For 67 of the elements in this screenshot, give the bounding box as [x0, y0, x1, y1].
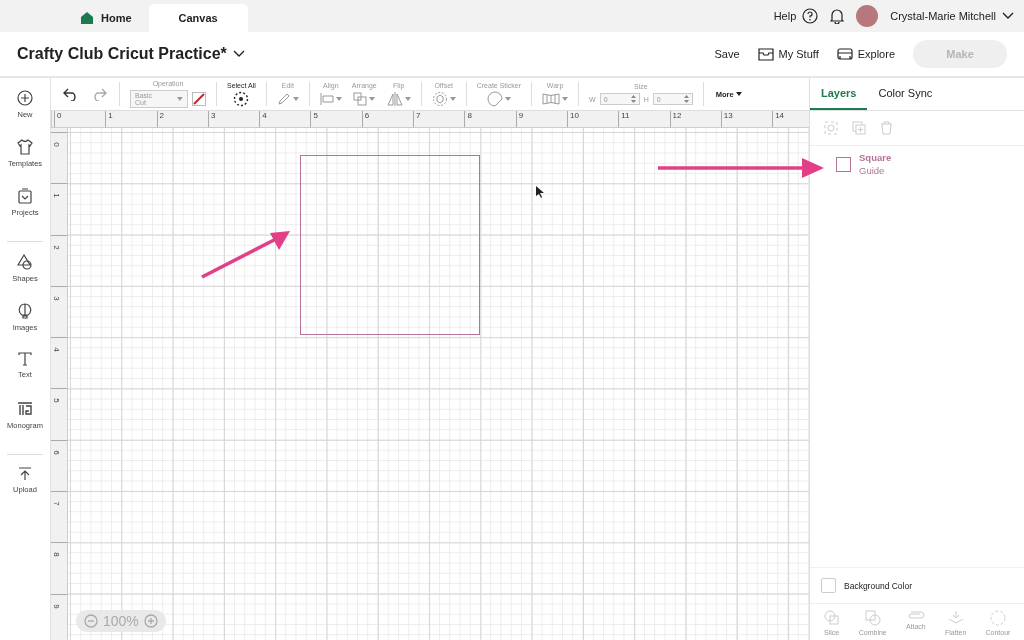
caret-icon[interactable] [735, 92, 742, 96]
project-title[interactable]: Crafty Club Cricut Practice* [17, 45, 245, 63]
help-button[interactable]: Help [773, 8, 819, 24]
undo-icon[interactable] [63, 87, 79, 101]
ruler-number: 7 [413, 111, 465, 127]
zoom-level: 100% [103, 613, 139, 629]
ruler-number: 8 [51, 552, 61, 558]
ruler-number: 1 [105, 111, 157, 127]
trash-icon[interactable] [880, 121, 893, 135]
explore-icon[interactable] [836, 48, 853, 60]
avatar[interactable] [856, 5, 879, 27]
duplicate-icon[interactable] [852, 121, 866, 135]
app-tab[interactable]: Canvas [148, 4, 248, 32]
ruler-number: 7 [51, 501, 61, 506]
cursor-icon [536, 186, 544, 198]
select-all-icon[interactable] [233, 91, 250, 107]
ruler-number: 0 [51, 142, 61, 147]
zoom-in-icon[interactable] [143, 614, 158, 628]
bell-icon[interactable] [830, 8, 845, 24]
plus-circle-icon[interactable] [17, 90, 33, 106]
ruler-number: 4 [259, 111, 311, 127]
ruler-number: 3 [207, 111, 260, 127]
square-shape[interactable] [300, 155, 480, 335]
layer-name: Square [859, 152, 892, 163]
shapes-icon[interactable] [17, 254, 33, 270]
text-icon[interactable] [18, 352, 32, 366]
ruler-number: 5 [310, 111, 362, 127]
header-action[interactable]: Save [714, 48, 740, 60]
header-action[interactable]: My Stuff [757, 47, 819, 61]
ruler-number: 1 [51, 193, 61, 198]
checkbox-label: Background Color [844, 580, 913, 591]
zoom-out-icon[interactable] [84, 614, 98, 628]
ruler-number: 6 [361, 111, 414, 127]
ruler-number: 3 [51, 296, 61, 301]
projects-icon[interactable] [18, 188, 32, 204]
ruler-number: 6 [51, 450, 61, 455]
user-menu[interactable]: Crystal-Marie Mitchell [890, 10, 1014, 22]
ruler-number: 0 [54, 111, 106, 127]
ruler-number: 14 [772, 111, 824, 127]
ruler-number: 12 [669, 111, 721, 127]
home-icon[interactable] [81, 12, 93, 24]
help-icon[interactable] [802, 8, 819, 24]
panel-tab[interactable]: Color Sync [867, 78, 944, 110]
upload-icon[interactable] [18, 467, 32, 481]
chevron-down-icon[interactable] [232, 50, 245, 58]
ruler-number: 11 [618, 111, 670, 127]
ruler-number: 2 [156, 111, 208, 127]
group-icon[interactable] [824, 121, 838, 135]
shirt-icon[interactable] [17, 139, 33, 155]
chevron-down-icon[interactable] [1002, 12, 1014, 20]
ruler-number: 4 [51, 347, 61, 352]
ruler-number: 2 [51, 244, 61, 250]
ruler-number: 8 [464, 111, 516, 127]
ruler-number: 10 [566, 111, 619, 127]
app-tab[interactable]: Home [64, 4, 149, 32]
header-action[interactable]: Explore [836, 48, 895, 60]
monogram-icon[interactable] [17, 401, 33, 417]
ruler-number: 9 [51, 603, 61, 609]
ruler-number: 5 [51, 398, 61, 404]
ruler-number: 9 [515, 111, 567, 127]
layer-item[interactable]: Square Guide [836, 152, 892, 176]
balloon-icon[interactable] [18, 303, 32, 319]
ruler-number: 13 [720, 111, 773, 127]
checkbox[interactable] [821, 578, 836, 593]
mailbox-icon[interactable] [757, 47, 774, 61]
panel-tab[interactable]: Layers [810, 78, 868, 110]
layer-type: Guide [859, 165, 886, 176]
